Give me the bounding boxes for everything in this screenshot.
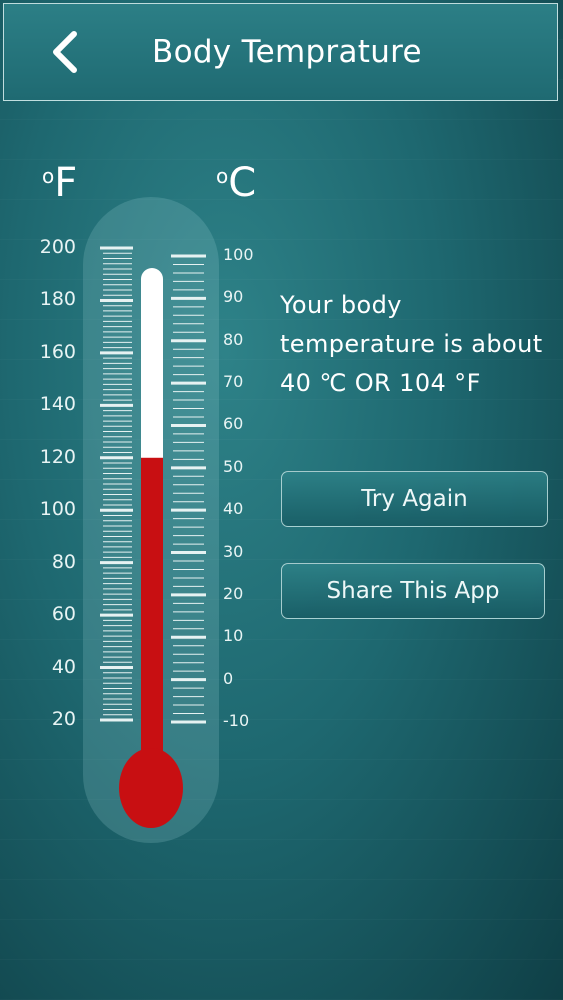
fahrenheit-tick-label: 100: [39, 498, 76, 521]
celsius-tick-label: 20: [223, 583, 244, 603]
fahrenheit-tick-label: 160: [39, 340, 76, 363]
celsius-tick-label: 50: [223, 456, 244, 476]
celsius-tick-label: 70: [223, 372, 244, 392]
fahrenheit-tick-label: 60: [51, 603, 76, 626]
share-app-button[interactable]: Share This App: [281, 563, 545, 619]
celsius-tick-label: -10: [223, 711, 250, 730]
mercury-column: [141, 457, 163, 790]
fahrenheit-tick-label: 120: [39, 445, 76, 468]
celsius-tick-label: 60: [223, 414, 244, 434]
try-again-button[interactable]: Try Again: [281, 471, 548, 527]
celsius-tick-label: 0: [223, 668, 234, 688]
mercury-bulb: [119, 748, 183, 828]
celsius-tick-label: 10: [223, 626, 244, 646]
fahrenheit-tick-label: 180: [39, 288, 76, 311]
fahrenheit-tick-label: 200: [39, 236, 76, 258]
celsius-tick-label: 40: [223, 499, 244, 519]
fahrenheit-tick-label: 80: [51, 550, 76, 573]
celsius-tick-label: 100: [223, 245, 254, 264]
celsius-tick-label: 30: [223, 541, 244, 561]
celsius-tick-label: 90: [223, 287, 244, 307]
celsius-tick-label: 80: [223, 329, 244, 349]
fahrenheit-tick-label: 140: [39, 393, 76, 416]
fahrenheit-tick-label: 40: [51, 655, 76, 678]
result-message: Your body temperature is about 40 ℃ OR 1…: [280, 291, 543, 397]
fahrenheit-tick-label: 20: [51, 708, 76, 730]
